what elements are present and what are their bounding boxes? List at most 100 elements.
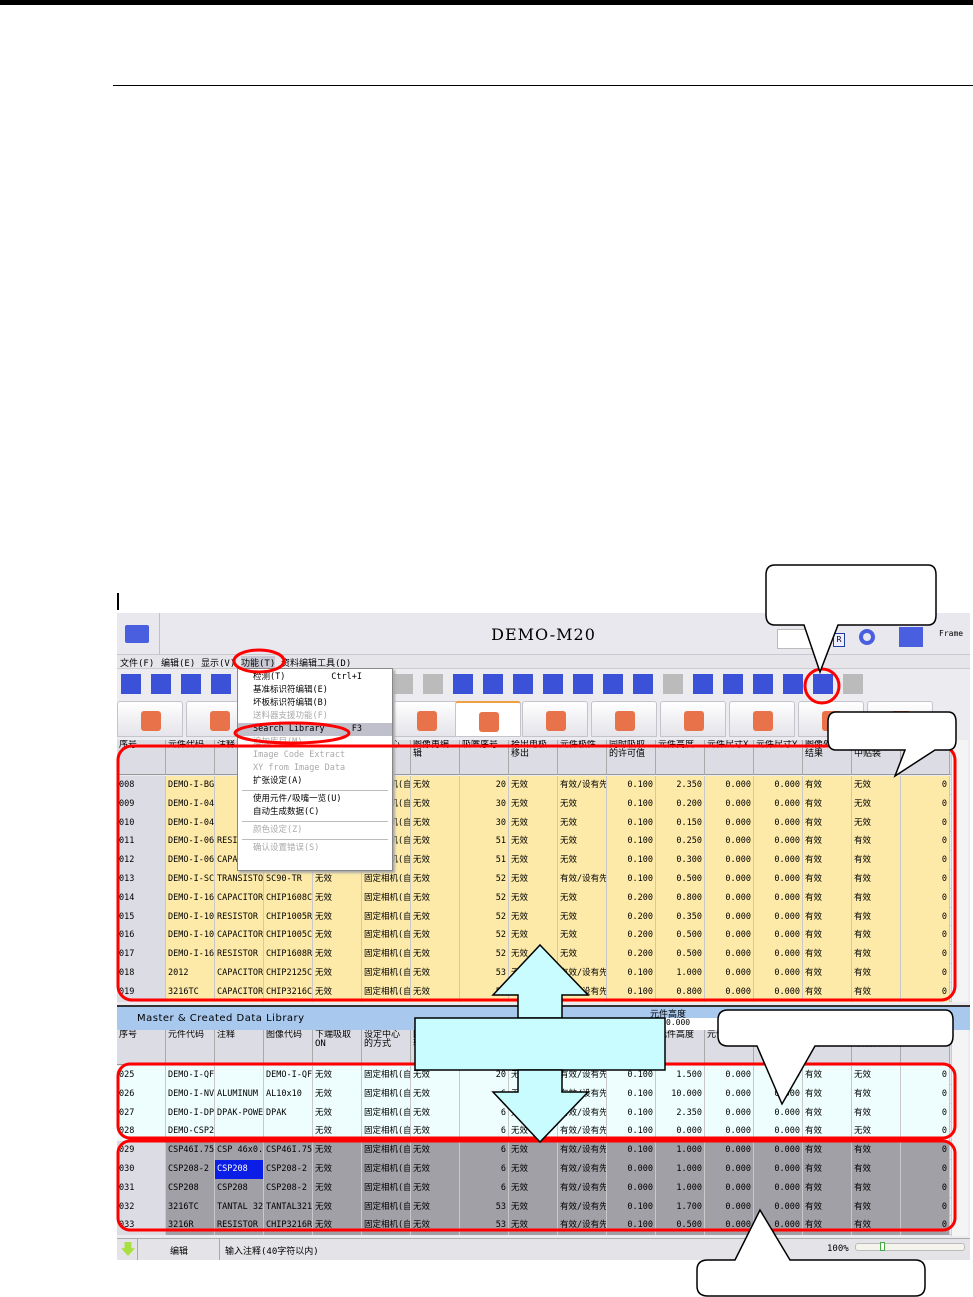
table-cell[interactable]: 030 — [117, 1160, 166, 1179]
table-cell[interactable]: 031 — [117, 1178, 166, 1198]
toolbar-icon[interactable] — [693, 674, 713, 694]
toolbar-icon[interactable] — [633, 674, 653, 694]
column-header[interactable]: 图像再编辑 — [411, 1030, 460, 1065]
table-cell[interactable]: 0 — [901, 870, 950, 889]
toolbar-icon[interactable] — [663, 674, 683, 694]
table-cell[interactable]: 0.000 — [705, 1122, 754, 1142]
table-cell[interactable]: 无效 — [509, 888, 558, 908]
menu-item[interactable]: 基准标识符编辑(E) — [238, 684, 392, 697]
table-cell[interactable]: 无效 — [313, 1141, 362, 1160]
table-cell[interactable]: 52 — [460, 870, 509, 889]
table-cell[interactable]: SC90-TR — [264, 870, 313, 889]
column-header[interactable]: 序号 — [117, 740, 166, 775]
table-cell[interactable]: 0.350 — [656, 907, 705, 927]
table-cell[interactable]: 6 — [460, 1103, 509, 1123]
table-cell[interactable]: 无效 — [558, 851, 607, 870]
table-cell[interactable]: 016 — [117, 926, 166, 946]
table-cell[interactable]: 无效 — [411, 888, 460, 908]
column-header[interactable]: 固定相机中贴装 — [852, 1030, 901, 1065]
table-cell[interactable]: 有效 — [852, 1141, 901, 1160]
table-cell[interactable]: 有效/设有先 — [558, 1216, 607, 1236]
table-cell[interactable]: 0 — [901, 813, 950, 833]
table-cell[interactable]: DEMO-I-0402 — [166, 794, 215, 814]
table-cell[interactable]: ALUMINUM E — [215, 1084, 264, 1104]
table-cell[interactable]: DPAK — [264, 1103, 313, 1123]
table-cell[interactable]: RESISTOR 1 — [215, 907, 264, 927]
table-cell[interactable]: 有效 — [852, 945, 901, 964]
table-cell[interactable]: 0.000 — [754, 926, 803, 946]
table-cell[interactable]: CSP208 — [166, 1178, 215, 1198]
table-cell[interactable]: 有效 — [803, 1122, 852, 1142]
table-cell[interactable]: 固定相机(自 — [362, 1178, 411, 1198]
zoom-slider[interactable] — [855, 1242, 965, 1251]
column-header[interactable] — [901, 740, 950, 775]
table-cell[interactable]: 0.000 — [705, 832, 754, 852]
toolbar-icon[interactable] — [543, 674, 563, 694]
table-cell[interactable]: 0.100 — [607, 1197, 656, 1217]
table-row[interactable]: 014DEMO-I-1608CCAPACITOR 1CHIP1608C无效固定相… — [117, 888, 951, 908]
table-cell[interactable]: 0 — [901, 1197, 950, 1217]
table-cell[interactable]: 52 — [460, 907, 509, 927]
table-cell[interactable]: 有效/设有先 — [558, 1160, 607, 1179]
table-cell[interactable]: CAPACITOR 3 — [215, 982, 264, 1002]
table-cell[interactable]: 0.000 — [754, 1122, 803, 1142]
table-cell[interactable]: 无效 — [509, 1066, 558, 1085]
table-cell[interactable]: 0.100 — [607, 1084, 656, 1104]
toolbar-icon[interactable] — [573, 674, 593, 694]
scrollbar[interactable] — [951, 1030, 968, 1236]
menu-item[interactable]: 扩张设定(A) — [238, 775, 392, 788]
menu-item[interactable]: Image Code Extract — [238, 749, 392, 762]
table-cell[interactable]: 0 — [901, 1216, 950, 1236]
table-cell[interactable]: 0.150 — [656, 813, 705, 833]
menu-item[interactable]: 自动生成数据(C) — [238, 806, 392, 819]
column-header[interactable]: 图像处理结果 — [803, 1030, 852, 1065]
tab[interactable] — [729, 701, 795, 737]
table-cell[interactable]: DEMO-I-1005R — [166, 907, 215, 927]
table-cell[interactable]: 6 — [460, 1141, 509, 1160]
table-cell[interactable]: DEMO-CSP208 — [166, 1122, 215, 1142]
table-cell[interactable]: CSP208 — [215, 1160, 264, 1179]
table-cell[interactable]: CHIP1005C — [264, 926, 313, 946]
table-cell[interactable]: 0.000 — [754, 851, 803, 870]
table-cell[interactable]: 固定相机(自 — [362, 907, 411, 927]
table-cell[interactable]: 0.100 — [607, 870, 656, 889]
table-cell[interactable]: 0.000 — [754, 1197, 803, 1217]
table-cell[interactable]: 0.000 — [607, 1160, 656, 1179]
table-cell[interactable]: 有效 — [852, 851, 901, 870]
table-cell[interactable]: DEMO-I-1608R — [166, 945, 215, 964]
table-cell[interactable]: 0.500 — [656, 945, 705, 964]
table-cell[interactable]: 无效 — [411, 1066, 460, 1085]
menu-file[interactable]: 文件(F) — [120, 656, 154, 669]
table-cell[interactable]: 0 — [901, 1103, 950, 1123]
table-cell[interactable]: 0 — [901, 832, 950, 852]
column-header[interactable]: 元件高度 — [656, 1030, 705, 1065]
table-cell[interactable]: 无效 — [852, 1066, 901, 1085]
table-row[interactable]: 026 DEMO-I-NVE ALUMINUM E AL10x10 无效 固定相机(自 无效… — [117, 1084, 951, 1104]
table-row[interactable]: 013DEMO-I-SC90TRANSISTORSC90-TR无效固定相机(自无… — [117, 870, 951, 889]
toolbar-icon[interactable] — [211, 674, 231, 694]
table-cell[interactable]: 固定相机(自 — [362, 945, 411, 964]
table-cell[interactable]: 0.300 — [656, 851, 705, 870]
table-cell[interactable]: 无效 — [313, 870, 362, 889]
table-cell[interactable]: 有效 — [803, 982, 852, 1002]
table-cell[interactable]: DEMO-I-NVE — [166, 1084, 215, 1104]
table-cell[interactable]: 0.000 — [705, 982, 754, 1002]
table-cell[interactable]: 无效 — [852, 1122, 901, 1142]
table-cell[interactable]: DEMO-I-1005C — [166, 926, 215, 946]
table-cell[interactable]: 3216TC — [166, 982, 215, 1002]
table-cell[interactable]: AL10x10 — [264, 1084, 313, 1104]
toolbar-icon[interactable] — [423, 674, 443, 694]
column-header[interactable]: 吸嘴序号 — [460, 1030, 509, 1065]
table-cell[interactable]: 0.200 — [656, 794, 705, 814]
table-cell[interactable]: 有效 — [803, 1141, 852, 1160]
table-cell[interactable]: 10.000 — [656, 1084, 705, 1104]
table-cell[interactable]: 无效 — [558, 832, 607, 852]
table-cell[interactable]: 无效 — [558, 945, 607, 964]
table-cell[interactable]: 有效 — [852, 1160, 901, 1179]
table-cell[interactable]: CHIP1005R — [264, 907, 313, 927]
table-cell[interactable]: 0.200 — [607, 907, 656, 927]
table-cell[interactable]: 无效 — [313, 1178, 362, 1198]
table-cell[interactable]: 有效 — [803, 888, 852, 908]
menu-item[interactable]: 坏板标识符编辑(B) — [238, 697, 392, 710]
table-cell[interactable]: 0.100 — [607, 832, 656, 852]
